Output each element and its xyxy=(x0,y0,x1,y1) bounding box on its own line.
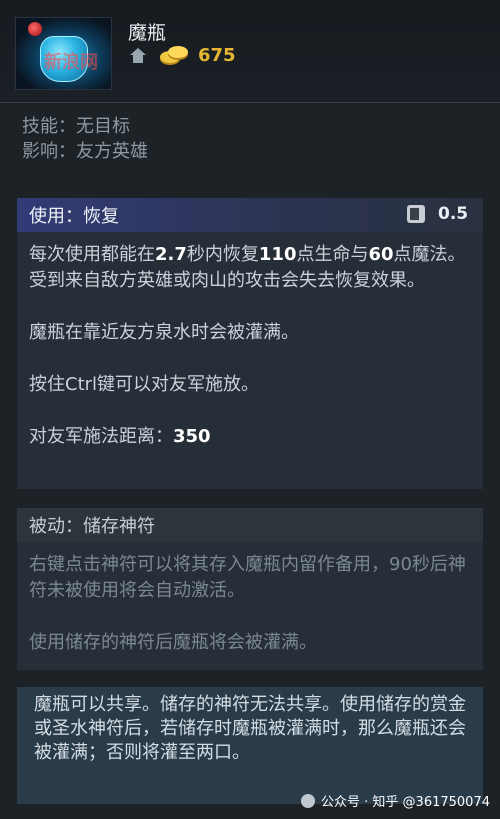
passive-ability-header: 被动：储存神符 xyxy=(17,508,483,542)
mana-value: 60 xyxy=(368,244,394,265)
active-ability-description: 每次使用都能在2.7秒内恢复110点生命与60点魔法。受到来自敌方英雄或肉山的攻… xyxy=(17,232,483,450)
active-desc-range: 对友军施法距离：350 xyxy=(29,424,471,450)
cooldown-value: 0.5 xyxy=(438,204,469,224)
affects-label: 影响： xyxy=(22,141,76,162)
health-value: 110 xyxy=(258,244,297,265)
ability-meta: 技能：无目标 影响：友方英雄 xyxy=(22,114,148,164)
bottle-cork-icon xyxy=(28,22,42,36)
note-text: 魔瓶可以共享。储存的神符无法共享。使用储存的赏金或圣水神符后，若储存时魔瓶被灌满… xyxy=(34,694,466,763)
passive-ability-title: 被动：储存神符 xyxy=(29,516,155,537)
range-value: 350 xyxy=(173,426,211,447)
gold-coin-icon xyxy=(160,46,188,65)
logo-watermark: 新浪网 xyxy=(44,52,98,73)
passive-desc-store: 右键点击神符可以将其存入魔瓶内留作备用，90秒后神符未被使用将会自动激活。 xyxy=(29,554,466,601)
affects-row: 影响：友方英雄 xyxy=(22,139,148,164)
affects-value: 友方英雄 xyxy=(76,141,148,162)
ability-value: 无目标 xyxy=(76,116,130,137)
duration-value: 2.7 xyxy=(155,244,187,265)
cooldown-icon xyxy=(407,205,425,223)
source-watermark: 公众号 · 知乎 @361750074 xyxy=(301,791,490,810)
passive-ability-panel: 被动：储存神符 右键点击神符可以将其存入魔瓶内留作备用，90秒后神符未被使用将会… xyxy=(17,508,483,670)
passive-ability-description: 右键点击神符可以将其存入魔瓶内留作备用，90秒后神符未被使用将会自动激活。 使用… xyxy=(17,542,483,656)
passive-desc-refill: 使用储存的神符后魔瓶将会被灌满。 xyxy=(29,632,317,653)
item-title: 魔瓶 xyxy=(128,22,167,44)
active-desc-ctrl: 按住Ctrl键可以对友军施放。 xyxy=(29,374,260,395)
watermark-text: 公众号 · 知乎 @361750074 xyxy=(321,795,490,810)
item-cost: 675 xyxy=(198,45,236,66)
ability-label: 技能： xyxy=(22,116,76,137)
ability-type-row: 技能：无目标 xyxy=(22,114,148,139)
lore-note-panel: 魔瓶可以共享。储存的神符无法共享。使用储存的赏金或圣水神符后，若储存时魔瓶被灌满… xyxy=(17,687,483,804)
active-desc-refill: 魔瓶在靠近友方泉水时会被灌满。 xyxy=(29,322,299,343)
range-label: 对友军施法距离： xyxy=(29,426,173,447)
desc-text: 点生命与 xyxy=(296,244,369,265)
active-ability-panel: 使用：恢复 0.5 每次使用都能在2.7秒内恢复110点生命与60点魔法。受到来… xyxy=(17,198,483,489)
item-header: 新浪网 魔瓶 675 xyxy=(0,0,500,103)
desc-text: 秒内恢复 xyxy=(186,244,259,265)
active-ability-title: 使用：恢复 xyxy=(29,206,119,227)
wechat-icon xyxy=(301,793,316,808)
bottle-item-icon: 新浪网 xyxy=(15,17,112,90)
active-ability-header: 使用：恢复 0.5 xyxy=(17,198,483,232)
desc-text: 每次使用都能在 xyxy=(29,244,155,265)
active-desc-heal: 每次使用都能在2.7秒内恢复110点生命与60点魔法。受到来自敌方英雄或肉山的攻… xyxy=(29,242,471,294)
home-shop-icon xyxy=(130,48,146,63)
